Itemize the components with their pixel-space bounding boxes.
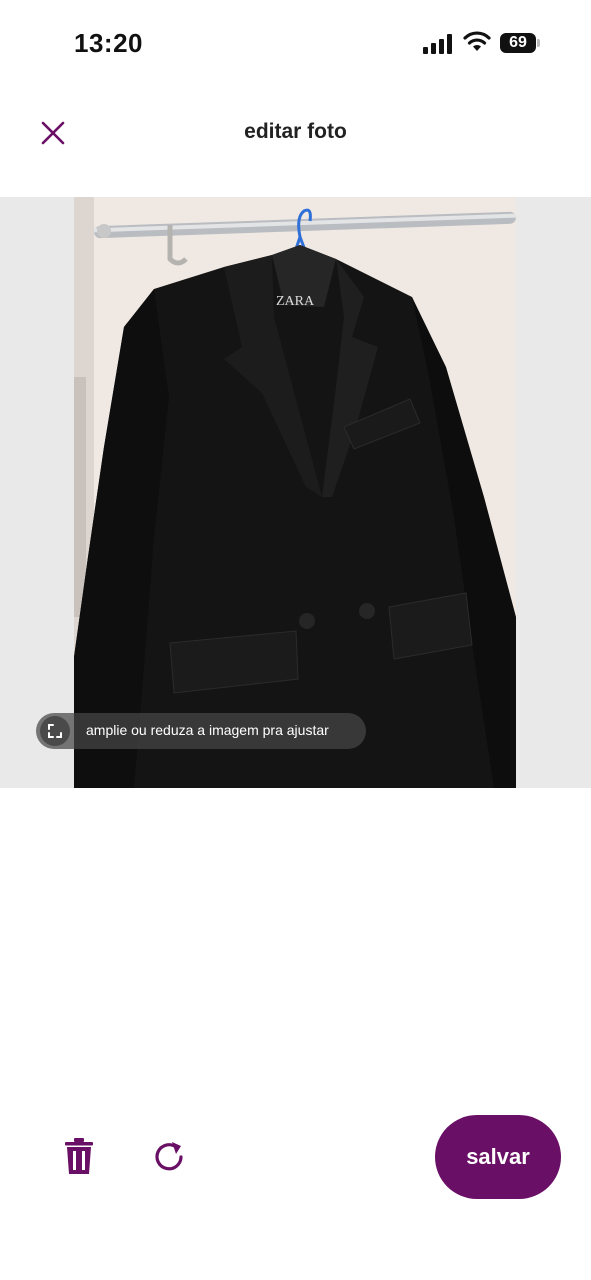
zara-label: ZARA [276,294,315,309]
blazer-photo: ZARA [74,197,516,788]
crop-area[interactable]: ZARA amplie ou reduza a imagem pra ajust… [0,197,591,788]
rotate-icon[interactable] [150,1138,188,1176]
save-button[interactable]: salvar [435,1115,561,1199]
battery-icon: 69 [500,33,542,55]
page-title: editar foto [244,120,347,143]
wifi-icon [463,31,491,51]
photo[interactable]: ZARA [74,197,516,788]
battery-level: 69 [509,34,527,51]
zoom-hint-text: amplie ou reduza a imagem pra ajustar [86,722,329,738]
status-bar: 13:20 69 [0,0,591,88]
trash-icon[interactable] [60,1136,98,1176]
resize-icon [40,716,70,746]
status-time: 13:20 [74,28,143,58]
zoom-hint: amplie ou reduza a imagem pra ajustar [36,713,366,749]
header: editar foto [0,100,591,164]
bottom-toolbar: salvar [0,1100,591,1220]
signal-icon [423,34,452,54]
